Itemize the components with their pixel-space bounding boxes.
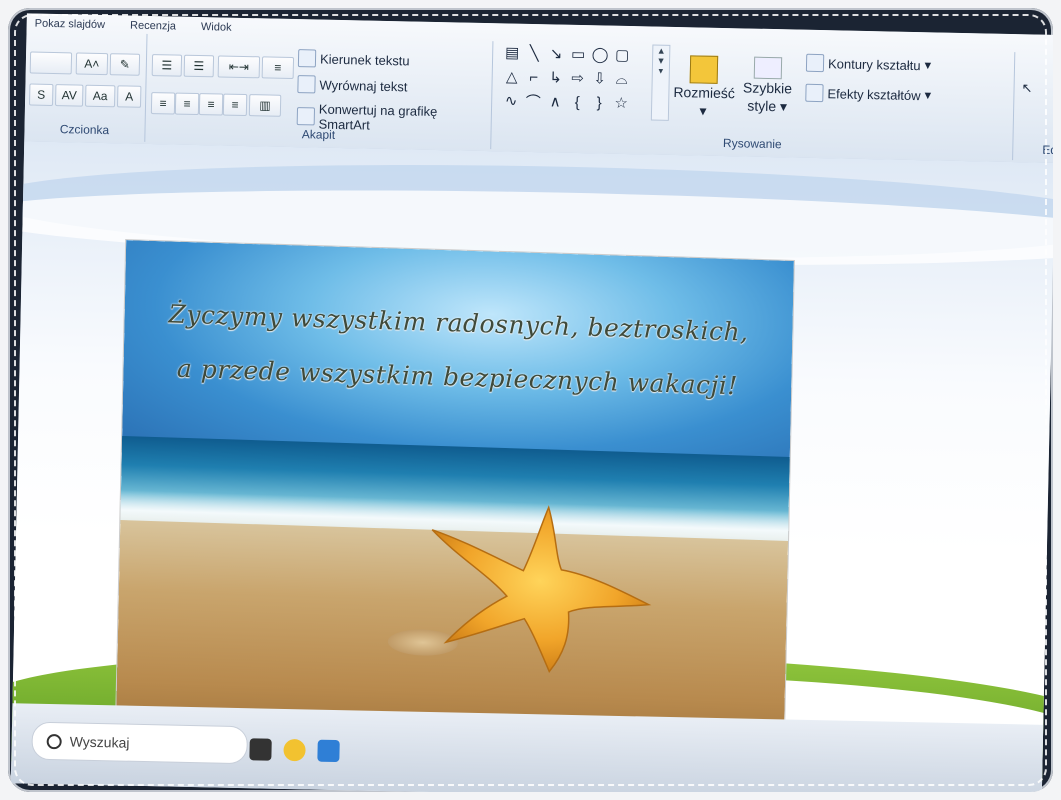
shape-effects-label: Efekty kształtów: [827, 85, 921, 103]
monitor-screen: Pokaz slajdów Recenzja Widok A˄ ✎ S AV A…: [10, 13, 1053, 792]
star-shape-icon[interactable]: ☆: [611, 92, 631, 114]
align-text-icon: [297, 75, 316, 94]
clear-format-button[interactable]: ✎: [109, 53, 141, 76]
search-icon: [46, 733, 62, 749]
arrange-button[interactable]: Rozmieść ▾: [673, 55, 736, 120]
elbow-arrow-shape-icon[interactable]: ↳: [545, 66, 565, 88]
change-case-button[interactable]: Aa: [84, 84, 116, 108]
explorer-icon[interactable]: [283, 738, 306, 762]
task-view-icon[interactable]: [249, 738, 272, 761]
align-center-button[interactable]: ≡: [174, 92, 200, 116]
paragraph-group: ☰ ☰ ⇤⇥ ≡ ≡ ≡ ≡ ≡ ▥ Kierunek tekstu Wyrów…: [146, 33, 494, 150]
shape-effects-cmd[interactable]: Efekty kształtów ▾: [805, 83, 931, 105]
text-direction-cmd[interactable]: Kierunek tekstu: [297, 49, 410, 69]
elbow-shape-icon[interactable]: ⌐: [523, 66, 543, 88]
left-brace-shape-icon[interactable]: {: [567, 91, 587, 113]
rounded-rect-shape-icon[interactable]: ▢: [612, 44, 632, 66]
effects-icon: [805, 83, 824, 103]
drawing-group: ▤ ╲ ↘ ▭ ◯ ▢ △ ⌐ ↳ ⇨ ⇩ ⌓ ∿ ⌒ ∧ {} ☆ ▲ ▼ …: [492, 41, 1016, 161]
textbox-shape-icon[interactable]: ▤: [502, 41, 522, 63]
tab-review[interactable]: Recenzja: [130, 20, 176, 33]
quick-styles-icon: [753, 56, 783, 80]
tab-slideshow[interactable]: Pokaz slajdów: [35, 18, 106, 31]
char-spacing-button[interactable]: AV: [54, 84, 84, 107]
tab-view[interactable]: Widok: [201, 21, 232, 34]
bullets-button[interactable]: ☰: [151, 54, 183, 77]
freeform-shape-icon[interactable]: ⌓: [611, 68, 631, 90]
right-arrow-shape-icon[interactable]: ⇨: [567, 67, 587, 89]
shape-outline-label: Kontury kształtu: [827, 55, 921, 73]
arrow-line-shape-icon[interactable]: ↘: [546, 42, 566, 64]
search-placeholder: Wyszukaj: [69, 733, 130, 751]
shapes-scroll[interactable]: ▲ ▼ ▾: [650, 44, 671, 121]
oval-shape-icon[interactable]: ◯: [590, 43, 610, 65]
editing-group-label: Edyt: [1042, 142, 1053, 158]
scribble-shape-icon[interactable]: ∿: [501, 89, 521, 111]
shadow-button[interactable]: S: [29, 83, 54, 106]
font-color-button[interactable]: A: [116, 85, 142, 108]
align-text-cmd[interactable]: Wyrównaj tekst: [297, 75, 408, 95]
align-text-label: Wyrównaj tekst: [319, 77, 408, 94]
right-brace-shape-icon[interactable]: }: [589, 91, 609, 113]
arrange-label: Rozmieść: [673, 83, 736, 102]
shape-outline-cmd[interactable]: Kontury kształtu ▾: [805, 53, 931, 75]
smartart-icon: [296, 107, 315, 126]
photo-frame: Pokaz slajdów Recenzja Widok A˄ ✎ S AV A…: [8, 8, 1053, 792]
slide-canvas: Życzymy wszystkim radosnych, beztroskich…: [10, 141, 1053, 792]
quick-styles-label-1: Szybkie: [742, 79, 793, 97]
browser-icon[interactable]: [317, 739, 340, 763]
font-size-box[interactable]: [29, 51, 73, 75]
font-group-label: Czcionka: [59, 122, 110, 138]
wave-shape-icon[interactable]: ∧: [545, 90, 565, 112]
indent-button[interactable]: ⇤⇥: [217, 55, 261, 79]
down-arrow-shape-icon[interactable]: ⇩: [589, 67, 609, 89]
columns-button[interactable]: ▥: [248, 94, 282, 117]
triangle-shape-icon[interactable]: △: [501, 65, 521, 87]
starfish-icon: [431, 505, 652, 673]
align-left-button[interactable]: ≡: [150, 92, 176, 115]
select-cmd[interactable]: ↖: [1021, 80, 1032, 96]
numbering-button[interactable]: ☰: [183, 54, 215, 78]
beach-photo[interactable]: Życzymy wszystkim radosnych, beztroskich…: [115, 240, 794, 767]
justify-button[interactable]: ≡: [222, 93, 248, 117]
text-direction-label: Kierunek tekstu: [319, 51, 410, 68]
line-shape-icon[interactable]: ╲: [524, 42, 544, 64]
arrange-icon: [689, 55, 719, 84]
text-direction-icon: [297, 49, 317, 68]
quick-styles-label-2: style: [747, 97, 777, 115]
shapes-gallery[interactable]: ▤ ╲ ↘ ▭ ◯ ▢ △ ⌐ ↳ ⇨ ⇩ ⌓ ∿ ⌒ ∧ {} ☆: [501, 41, 651, 118]
rectangle-shape-icon[interactable]: ▭: [568, 43, 588, 65]
curve-shape-icon[interactable]: ⌒: [523, 90, 543, 112]
cursor-icon: ↖: [1021, 80, 1033, 96]
line-spacing-button[interactable]: ≡: [261, 56, 295, 80]
font-group: A˄ ✎ S AV Aa A Czcionka: [24, 31, 148, 142]
pencil-icon: [805, 53, 825, 73]
align-right-button[interactable]: ≡: [198, 93, 224, 116]
editing-group: ↖ Edyt: [1014, 52, 1053, 162]
taskbar-search[interactable]: Wyszukaj: [31, 721, 249, 765]
ribbon: Pokaz slajdów Recenzja Widok A˄ ✎ S AV A…: [24, 13, 1053, 164]
grow-font-button[interactable]: A˄: [75, 52, 109, 76]
quick-styles-button[interactable]: Szybkie style ▾: [737, 56, 798, 115]
